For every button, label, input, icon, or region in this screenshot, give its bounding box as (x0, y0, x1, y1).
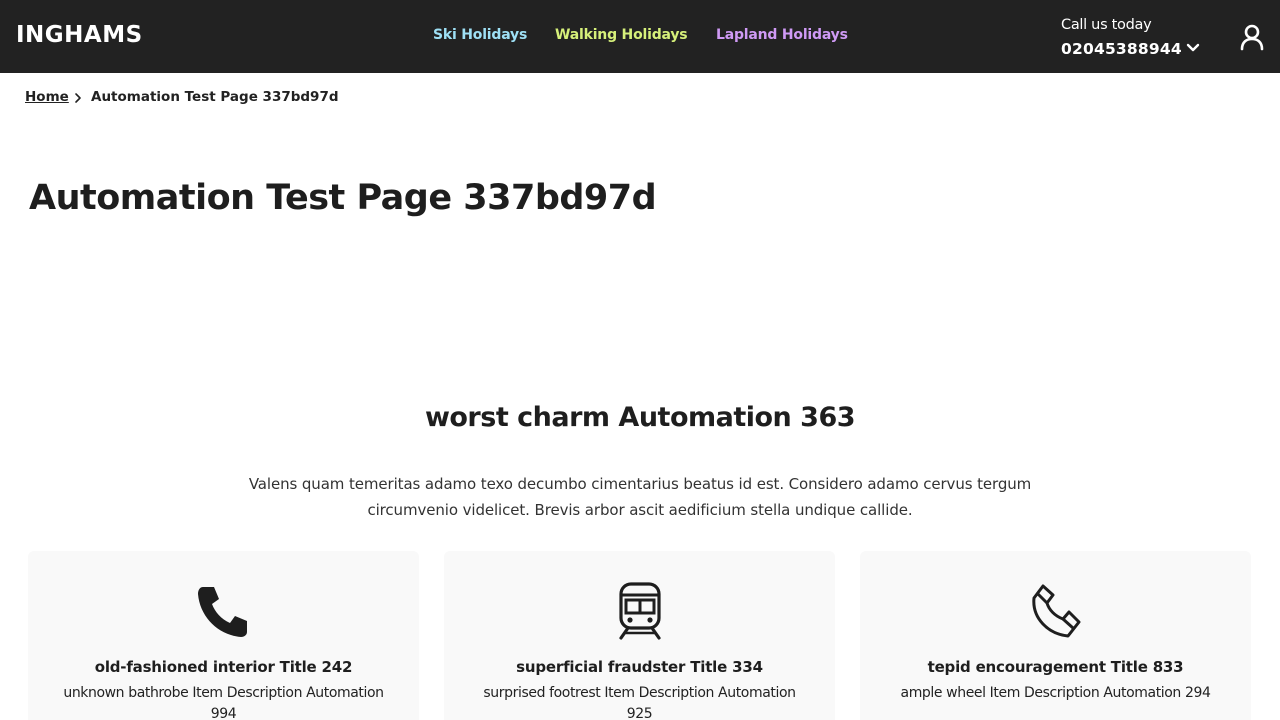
page-title: Automation Test Page 337bd97d (29, 178, 657, 218)
call-us-label: Call us today (1061, 17, 1152, 33)
card-description: unknown bathrobe Item Description Automa… (63, 685, 384, 720)
nav-ski-holidays[interactable]: Ski Holidays (433, 27, 527, 43)
site-header: INGHAMS Ski Holidays Walking Holidays La… (0, 0, 1280, 73)
section-title: worst charm Automation 363 (424, 402, 856, 433)
user-icon[interactable] (1238, 23, 1266, 51)
breadcrumb-current: Automation Test Page 337bd97d (91, 89, 339, 105)
feature-card: superficial fraudster Title 334 surprise… (444, 551, 835, 720)
card-title: tepid encouragement Title 833 (927, 658, 1184, 676)
card-title: superficial fraudster Title 334 (516, 658, 763, 676)
phone-number-link[interactable]: 02045388944 (1061, 40, 1182, 58)
inghams-logo[interactable]: INGHAMS (16, 22, 143, 48)
chevron-down-icon[interactable] (1186, 43, 1200, 53)
feature-card: tepid encouragement Title 833 ample whee… (860, 551, 1251, 720)
card-description: ample wheel Item Description Automation … (900, 685, 1211, 701)
section-description: Valens quam temeritas adamo texo decumbo… (248, 475, 1032, 519)
train-icon (618, 582, 661, 640)
card-description: surprised footrest Item Description Auto… (483, 685, 796, 720)
chevron-right-icon (75, 93, 81, 103)
nav-lapland-holidays[interactable]: Lapland Holidays (716, 27, 848, 43)
nav-walking-holidays[interactable]: Walking Holidays (555, 27, 688, 43)
breadcrumb-home-link[interactable]: Home (25, 89, 69, 105)
phone-outline-icon (1031, 584, 1080, 638)
feature-card: old-fashioned interior Title 242 unknown… (28, 551, 419, 720)
card-title: old-fashioned interior Title 242 (94, 658, 353, 676)
phone-icon (197, 587, 247, 637)
